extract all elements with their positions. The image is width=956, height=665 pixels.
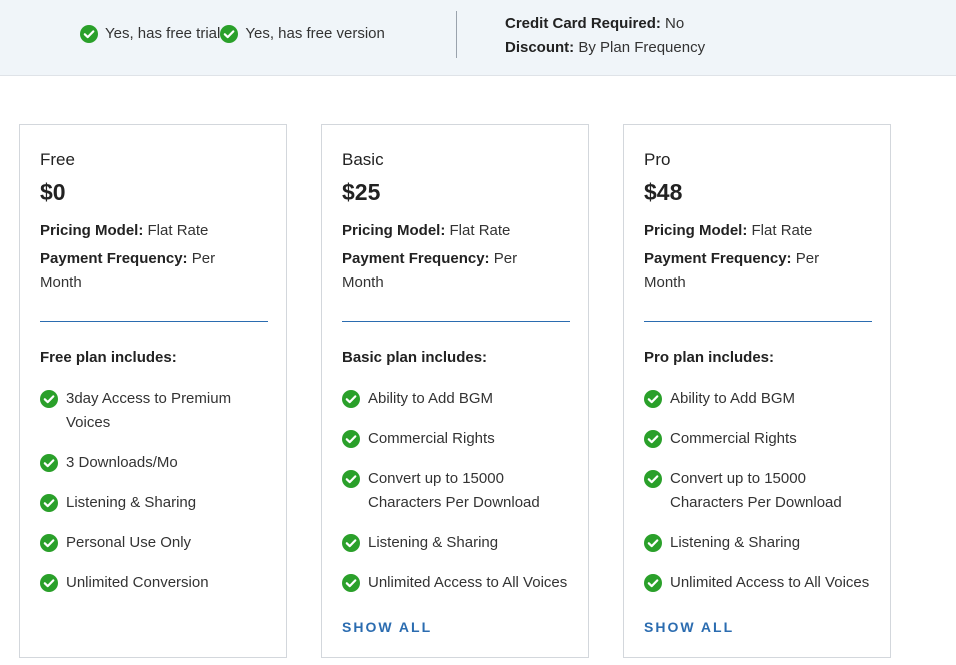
check-circle-icon bbox=[644, 534, 662, 552]
discount-value: By Plan Frequency bbox=[578, 39, 706, 56]
includes-title: Free plan includes: bbox=[40, 349, 177, 366]
feature-item: Commercial Rights bbox=[644, 427, 872, 451]
check-circle-icon bbox=[644, 430, 662, 448]
feature-text: Ability to Add BGM bbox=[368, 390, 494, 407]
feature-text: 3day Access to Premium Voices bbox=[66, 390, 232, 431]
credit-card-label: Credit Card Required: bbox=[505, 15, 661, 32]
free-trial-text: Yes, has free trial bbox=[105, 25, 221, 42]
feature-text: Unlimited Conversion bbox=[66, 574, 209, 591]
feature-item: Listening & Sharing bbox=[644, 531, 872, 555]
payment-meta: Credit Card Required: No Discount: By Pl… bbox=[505, 12, 705, 60]
check-circle-icon bbox=[644, 574, 662, 592]
pricing-model-label: Pricing Model: bbox=[40, 222, 144, 239]
feature-item: Convert up to 15000 Characters Per Downl… bbox=[644, 467, 872, 515]
feature-item: Unlimited Conversion bbox=[40, 571, 268, 595]
check-circle-icon bbox=[644, 390, 662, 408]
feature-text: Commercial Rights bbox=[670, 430, 797, 447]
feature-item: Ability to Add BGM bbox=[644, 387, 872, 411]
feature-item: Listening & Sharing bbox=[40, 491, 268, 515]
check-circle-icon bbox=[40, 494, 58, 512]
check-circle-icon bbox=[40, 574, 58, 592]
plan-name: Basic bbox=[342, 150, 384, 169]
feature-item: Commercial Rights bbox=[342, 427, 570, 451]
pricing-model-value: Flat Rate bbox=[751, 222, 813, 239]
check-circle-icon bbox=[342, 534, 360, 552]
section-divider bbox=[40, 321, 268, 322]
plan-price: $0 bbox=[40, 179, 66, 205]
payment-frequency-label: Payment Frequency: bbox=[40, 250, 188, 267]
feature-item: 3day Access to Premium Voices bbox=[40, 387, 268, 435]
pricing-model-label: Pricing Model: bbox=[342, 222, 446, 239]
free-version-text: Yes, has free version bbox=[245, 25, 385, 42]
includes-title: Pro plan includes: bbox=[644, 349, 775, 366]
pricing-model-row: Pricing Model: Flat Rate bbox=[40, 219, 208, 243]
feature-text: Commercial Rights bbox=[368, 430, 495, 447]
pricing-model-value: Flat Rate bbox=[147, 222, 209, 239]
payment-frequency-row: Payment Frequency: Per Month bbox=[342, 247, 552, 295]
check-circle-icon bbox=[342, 390, 360, 408]
pricing-model-value: Flat Rate bbox=[449, 222, 511, 239]
feature-item: Unlimited Access to All Voices bbox=[342, 571, 570, 595]
check-circle-icon bbox=[40, 390, 58, 408]
discount-label: Discount: bbox=[505, 39, 575, 56]
summary-bar: Yes, has free trial Yes, has free versio… bbox=[0, 0, 956, 76]
section-divider bbox=[342, 321, 570, 322]
feature-item: Personal Use Only bbox=[40, 531, 268, 555]
plan-card-basic: Basic $25 Pricing Model: Flat Rate Payment … bbox=[321, 124, 589, 658]
payment-frequency-label: Payment Frequency: bbox=[342, 250, 490, 267]
free-version-item: Yes, has free version bbox=[220, 24, 385, 44]
payment-frequency-row: Payment Frequency: Per Month bbox=[40, 247, 250, 295]
discount-row: Discount: By Plan Frequency bbox=[505, 36, 705, 60]
plan-price: $48 bbox=[644, 179, 683, 205]
feature-item: Convert up to 15000 Characters Per Downl… bbox=[342, 467, 570, 515]
pricing-model-label: Pricing Model: bbox=[644, 222, 748, 239]
feature-list: Ability to Add BGM Commercial Rights Conve… bbox=[644, 387, 872, 611]
plan-card-pro: Pro $48 Pricing Model: Flat Rate Payment Fr… bbox=[623, 124, 891, 658]
pricing-model-row: Pricing Model: Flat Rate bbox=[644, 219, 812, 243]
feature-text: Unlimited Access to All Voices bbox=[670, 574, 870, 591]
feature-text: 3 Downloads/Mo bbox=[66, 454, 178, 471]
check-circle-icon bbox=[342, 470, 360, 488]
plan-name: Pro bbox=[644, 150, 671, 169]
feature-item: Unlimited Access to All Voices bbox=[644, 571, 872, 595]
check-circle-icon bbox=[220, 25, 239, 43]
payment-frequency-label: Payment Frequency: bbox=[644, 250, 792, 267]
credit-card-row: Credit Card Required: No bbox=[505, 12, 705, 36]
feature-item: Ability to Add BGM bbox=[342, 387, 570, 411]
feature-text: Convert up to 15000 Characters Per Downl… bbox=[670, 470, 842, 511]
plan-name: Free bbox=[40, 150, 75, 169]
check-circle-icon bbox=[342, 574, 360, 592]
feature-text: Listening & Sharing bbox=[66, 494, 197, 511]
vertical-divider bbox=[456, 11, 457, 58]
plan-price: $25 bbox=[342, 179, 381, 205]
feature-text: Listening & Sharing bbox=[368, 534, 499, 551]
check-circle-icon bbox=[342, 430, 360, 448]
includes-title: Basic plan includes: bbox=[342, 349, 488, 366]
payment-frequency-row: Payment Frequency: Per Month bbox=[644, 247, 854, 295]
feature-text: Unlimited Access to All Voices bbox=[368, 574, 568, 591]
feature-text: Convert up to 15000 Characters Per Downl… bbox=[368, 470, 540, 511]
show-all-link[interactable]: SHOW ALL bbox=[342, 619, 432, 635]
feature-list: Ability to Add BGM Commercial Rights Conve… bbox=[342, 387, 570, 611]
check-circle-icon bbox=[80, 25, 98, 43]
free-trial-item: Yes, has free trial bbox=[80, 24, 220, 44]
feature-item: Listening & Sharing bbox=[342, 531, 570, 555]
plan-card-free: Free $0 Pricing Model: Flat Rate Payment Fr… bbox=[19, 124, 287, 658]
pricing-model-row: Pricing Model: Flat Rate bbox=[342, 219, 510, 243]
feature-text: Listening & Sharing bbox=[670, 534, 801, 551]
feature-text: Ability to Add BGM bbox=[670, 390, 796, 407]
feature-item: 3 Downloads/Mo bbox=[40, 451, 268, 475]
show-all-link[interactable]: SHOW ALL bbox=[644, 619, 734, 635]
feature-list: 3day Access to Premium Voices 3 Downloads… bbox=[40, 387, 268, 611]
credit-card-value: No bbox=[665, 15, 685, 32]
trial-info: Yes, has free trial Yes, has free versio… bbox=[80, 24, 385, 44]
feature-text: Personal Use Only bbox=[66, 534, 192, 551]
section-divider bbox=[644, 321, 872, 322]
check-circle-icon bbox=[40, 534, 58, 552]
check-circle-icon bbox=[40, 454, 58, 472]
check-circle-icon bbox=[644, 470, 662, 488]
